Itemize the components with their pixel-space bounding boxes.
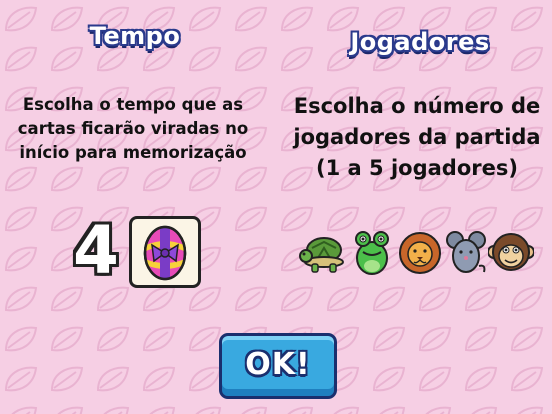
turtle-icon[interactable] bbox=[298, 228, 350, 276]
tempo-card[interactable] bbox=[129, 216, 201, 288]
lion-icon[interactable] bbox=[398, 228, 442, 278]
jogadores-title: Jogadores bbox=[350, 28, 490, 56]
player-selector bbox=[298, 228, 538, 280]
ok-button[interactable]: OK! bbox=[219, 333, 337, 399]
tempo-description: Escolha o tempo que as cartas ficarão vi… bbox=[17, 95, 249, 162]
tempo-title: Tempo bbox=[89, 22, 181, 50]
mouse-icon[interactable] bbox=[446, 228, 486, 278]
frog-icon[interactable] bbox=[352, 228, 392, 278]
ok-button-label: OK! bbox=[245, 346, 311, 382]
jogadores-description: Escolha o número de jogadores da partida… bbox=[293, 94, 541, 180]
easter-egg-icon bbox=[143, 225, 187, 281]
monkey-icon[interactable] bbox=[488, 228, 534, 278]
tempo-value[interactable]: 4 bbox=[70, 216, 122, 286]
